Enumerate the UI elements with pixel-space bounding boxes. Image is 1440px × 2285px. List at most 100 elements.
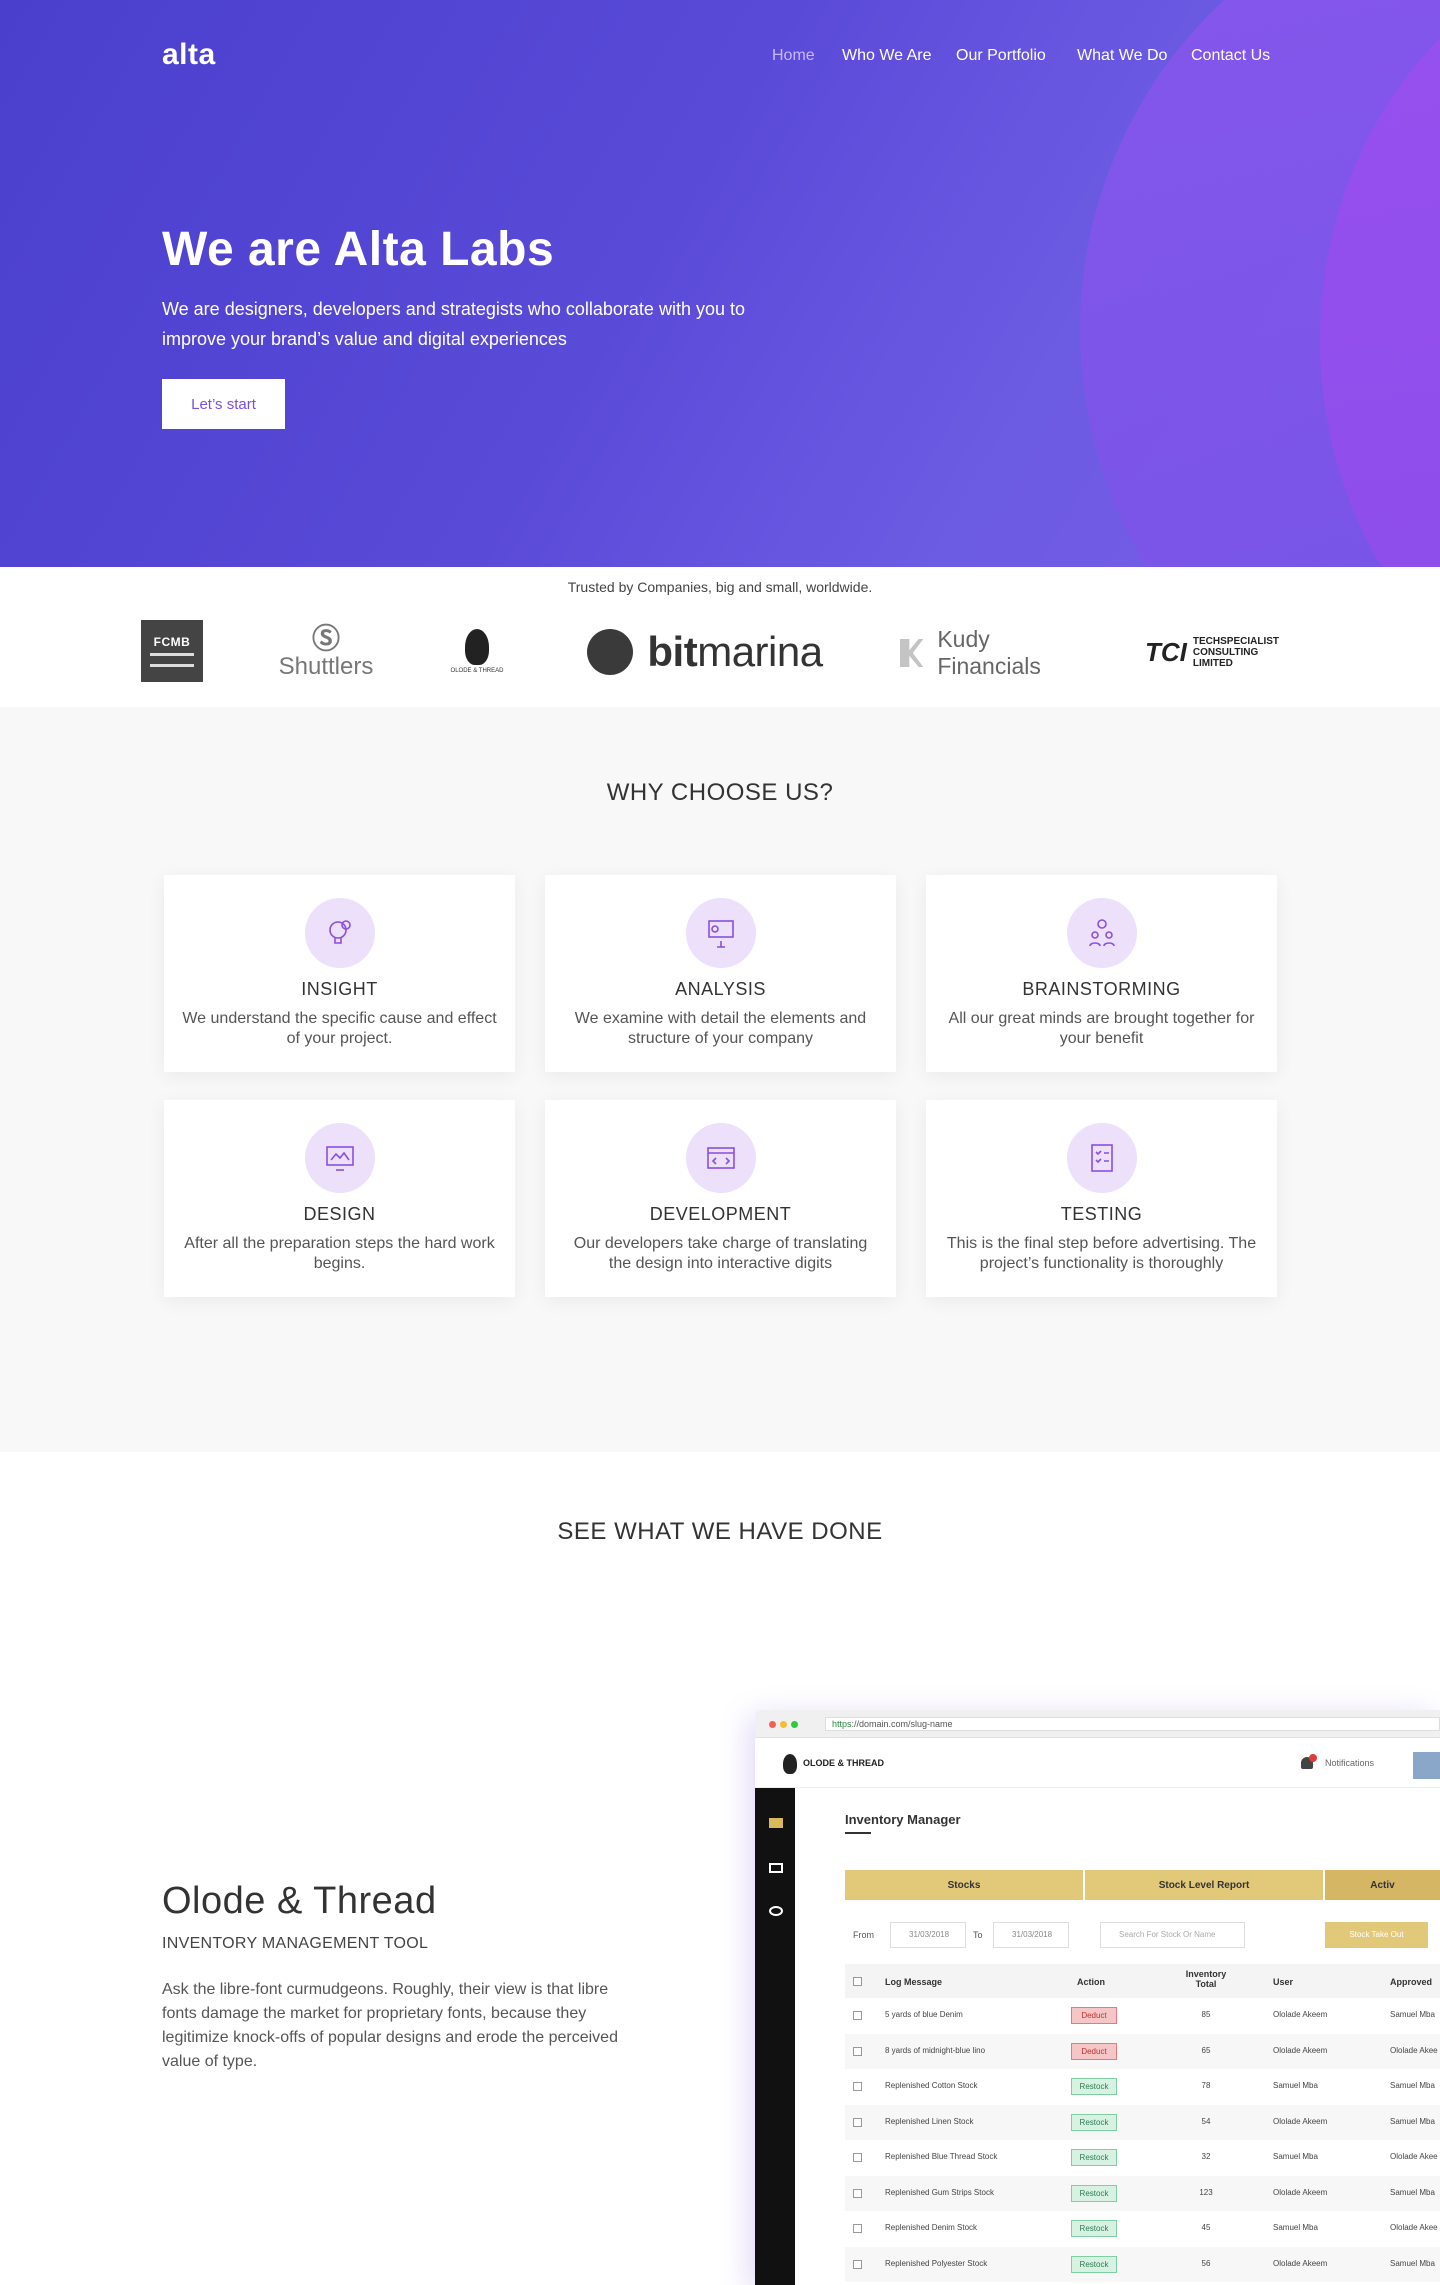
card-title: BRAINSTORMING xyxy=(1022,979,1181,999)
shuttlers-logo: Ⓢ Shuttlers xyxy=(276,617,376,687)
row-inventory-total: 54 xyxy=(1201,2116,1211,2126)
tab-activity: Activ xyxy=(1325,1870,1440,1900)
row-action-badge: Restock xyxy=(1071,2149,1117,2166)
techspecialist-name: TECHSPECIALIST xyxy=(1192,635,1280,647)
row-approved: Ololade Akee xyxy=(1390,2045,1438,2055)
table-row: 8 yards of midnight-blue lino Deduct 65 Olo… xyxy=(845,2033,1440,2069)
row-log-message: Replenished Blue Thread Stock xyxy=(885,2152,998,2161)
row-action-badge: Restock xyxy=(1071,2220,1117,2237)
row-inventory-total: 32 xyxy=(1201,2152,1211,2161)
inventory-title: Inventory Manager xyxy=(845,1812,961,1827)
nav-our-portfolio[interactable]: Our Portfolio xyxy=(956,47,1046,65)
portfolio-title: SEE WHAT WE HAVE DONE xyxy=(557,1518,883,1545)
avatar xyxy=(1413,1752,1440,1779)
stock-search-field: Search For Stock Or Name xyxy=(1100,1922,1245,1948)
fcmb-bars xyxy=(150,653,194,667)
row-checkbox xyxy=(853,2259,862,2269)
filter-bar: From 31/03/2018 To 31/03/2018 Search For… xyxy=(845,1922,1440,1948)
shuttlers-mark-icon: Ⓢ xyxy=(311,623,340,654)
row-checkbox xyxy=(853,2188,862,2198)
bitmarina-logo: bit marina xyxy=(575,625,835,679)
techspecialist-logo: TCI TECHSPECIALIST CONSULTING LIMITED xyxy=(1145,629,1300,675)
nav-what-we-do[interactable]: What We Do xyxy=(1077,47,1167,65)
from-label: From xyxy=(853,1930,874,1940)
row-action-badge: Deduct xyxy=(1071,2042,1117,2060)
row-log-message: Replenished Linen Stock xyxy=(885,2116,974,2126)
tci-mark: TCI xyxy=(1145,636,1187,667)
row-checkbox xyxy=(853,2082,862,2091)
table-row: Replenished Cotton Stock Restock 78 Samuel … xyxy=(845,2069,1440,2104)
tab-stocks: Stocks xyxy=(845,1870,1083,1900)
bitmarina-light-text: marina xyxy=(697,628,823,675)
techspecialist-sub: CONSULTING LIMITED xyxy=(1192,646,1259,669)
olode-thread-logo: OLODE & THREAD xyxy=(450,617,504,685)
row-approved: Samuel Mba xyxy=(1390,2081,1435,2090)
nav-who-we-are[interactable]: Who We Are xyxy=(842,47,932,65)
feature-card-design: DESIGN After all the preparation steps t… xyxy=(164,1100,515,1297)
feature-card-development: DEVELOPMENT Our developers take charge o… xyxy=(545,1100,896,1297)
checklist-icon xyxy=(1067,1123,1137,1193)
minimize-dot-icon xyxy=(780,1721,787,1728)
app-header: OLODE & THREAD Notifications xyxy=(755,1738,1440,1788)
row-approved: Ololade Akee xyxy=(1390,2223,1438,2232)
feature-card-brainstorming: BRAINSTORMING All our great minds are br… xyxy=(926,875,1277,1072)
row-inventory-total: 45 xyxy=(1201,2223,1211,2232)
col-user: User xyxy=(1273,1977,1294,1987)
row-checkbox xyxy=(853,2153,862,2162)
col-approved: Approved xyxy=(1390,1977,1433,1987)
col-inventory-total: Inventory Total xyxy=(1185,1969,1227,1989)
stock-take-out-button: Stock Take Out xyxy=(1325,1922,1428,1948)
row-user: Samuel Mba xyxy=(1273,2081,1318,2090)
row-action-badge: Restock xyxy=(1071,2255,1117,2273)
row-log-message: 5 yards of blue Denim xyxy=(885,2010,963,2019)
title-underline xyxy=(845,1832,871,1834)
bitmarina-wave-icon xyxy=(587,629,634,675)
kudy-k-icon xyxy=(900,639,924,667)
table-row: Replenished Polyester Stock Restock 56 Olol… xyxy=(845,2246,1440,2282)
app-brand: OLODE & THREAD xyxy=(803,1758,884,1768)
card-title: DEVELOPMENT xyxy=(649,1204,792,1224)
app-sidebar xyxy=(755,1788,795,2285)
fcmb-logo-text: FCMB xyxy=(153,635,191,649)
nav-contact-us[interactable]: Contact Us xyxy=(1191,47,1270,65)
table-row: Replenished Gum Strips Stock Restock 123 Ol… xyxy=(845,2175,1440,2211)
card-description: After all the preparation steps the hard… xyxy=(184,1235,495,1272)
row-inventory-total: 65 xyxy=(1201,2045,1211,2055)
url-bar: https://domain.com/slug-name xyxy=(825,1717,1440,1731)
card-description: All our great minds are brought together… xyxy=(948,1010,1255,1047)
inventory-icon xyxy=(769,1818,783,1828)
olode-logo-text: OLODE & THREAD xyxy=(450,667,504,674)
notifications-label: Notifications xyxy=(1325,1758,1375,1768)
lets-start-button[interactable]: Let’s start xyxy=(162,379,285,429)
row-user: Samuel Mba xyxy=(1273,2223,1318,2232)
card-title: DESIGN xyxy=(303,1204,376,1224)
row-checkbox xyxy=(853,2224,862,2233)
project-description: Ask the libre-font curmudgeons. Roughly,… xyxy=(162,1981,618,2070)
card-description: This is the final step before advertisin… xyxy=(946,1235,1257,1272)
feature-card-analysis: ANALYSIS We examine with detail the elem… xyxy=(545,875,896,1072)
inventory-tabs: Stocks Stock Level Report Activ xyxy=(845,1870,1440,1900)
lightbulb-gear-icon xyxy=(305,898,375,968)
row-user: Ololade Akeem xyxy=(1273,2010,1328,2019)
users-icon xyxy=(769,1906,783,1916)
row-inventory-total: 85 xyxy=(1201,2010,1211,2019)
col-action: Action xyxy=(1077,1977,1105,1987)
row-action-badge: Restock xyxy=(1071,2184,1117,2202)
project-name: Olode & Thread xyxy=(162,1880,437,1922)
card-title: INSIGHT xyxy=(301,979,378,999)
tab-stock-level-report: Stock Level Report xyxy=(1085,1870,1323,1900)
feature-card-testing: TESTING This is the final step before ad… xyxy=(926,1100,1277,1297)
close-dot-icon xyxy=(769,1721,776,1728)
col-log-message: Log Message xyxy=(885,1977,943,1987)
nav-home[interactable]: Home xyxy=(772,47,815,65)
olode-mark-icon xyxy=(465,628,489,665)
card-title: ANALYSIS xyxy=(675,979,766,999)
code-browser-icon xyxy=(686,1123,756,1193)
row-log-message: 8 yards of midnight-blue lino xyxy=(885,2045,986,2055)
table-row: Replenished Blue Thread Stock Restock 32 Sa… xyxy=(845,2140,1440,2175)
row-approved: Samuel Mba xyxy=(1390,2187,1435,2197)
table-header: Log Message Action Inventory Total User … xyxy=(845,1964,1440,1998)
techspecialist-text: TECHSPECIALIST CONSULTING LIMITED xyxy=(1193,636,1300,669)
card-description: Our developers take charge of translatin… xyxy=(573,1235,868,1272)
hero-section: alta Home Who We Are Our Portfolio What … xyxy=(0,0,1440,567)
